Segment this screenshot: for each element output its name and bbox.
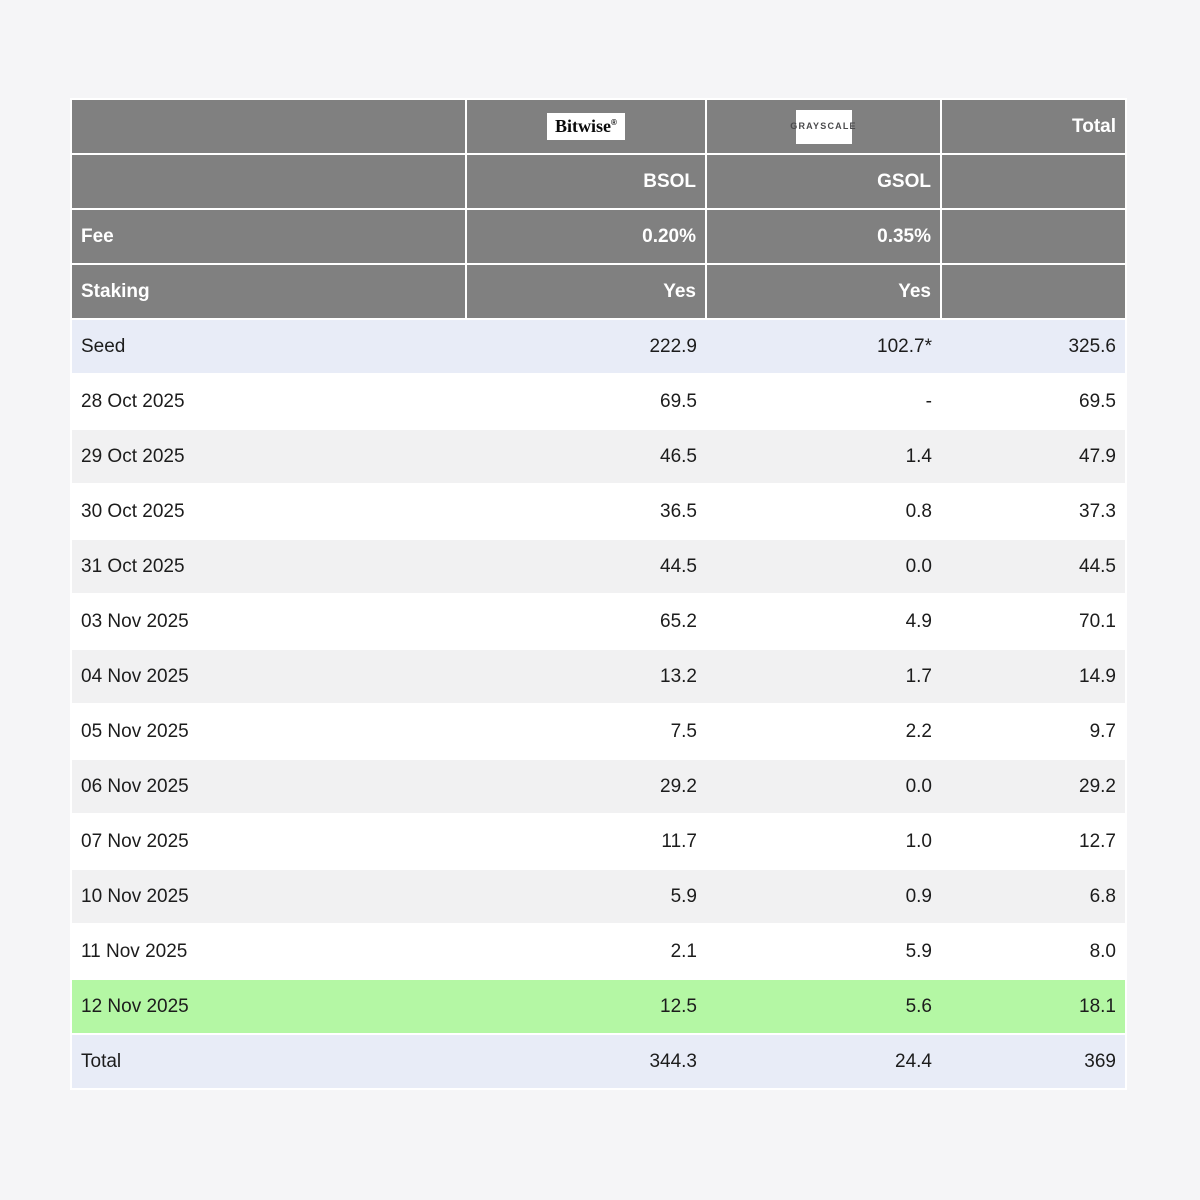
header-spacer-cell [941, 209, 1126, 264]
row-label: 30 Oct 2025 [71, 484, 466, 539]
highlighted-latest-row: 12 Nov 2025 12.5 5.6 18.1 [71, 979, 1126, 1034]
bsol-value: 36.5 [466, 484, 706, 539]
bsol-value: 12.5 [466, 979, 706, 1034]
total-column-header: Total [941, 99, 1126, 154]
total-value: 69.5 [941, 374, 1126, 429]
gsol-value: 5.9 [706, 924, 941, 979]
total-value: 70.1 [941, 594, 1126, 649]
gsol-value: 24.4 [706, 1034, 941, 1089]
bsol-value: 44.5 [466, 539, 706, 594]
total-value: 37.3 [941, 484, 1126, 539]
total-row: Total 344.3 24.4 369 [71, 1034, 1126, 1089]
gsol-value: 0.9 [706, 869, 941, 924]
header-spacer-cell [71, 99, 466, 154]
gsol-value: 0.0 [706, 539, 941, 594]
row-label: Total [71, 1034, 466, 1089]
row-label: 03 Nov 2025 [71, 594, 466, 649]
table-row: 10 Nov 2025 5.9 0.9 6.8 [71, 869, 1126, 924]
gsol-value: 0.0 [706, 759, 941, 814]
bsol-value: 46.5 [466, 429, 706, 484]
staking-row: Staking Yes Yes [71, 264, 1126, 319]
table-row: 07 Nov 2025 11.7 1.0 12.7 [71, 814, 1126, 869]
table-row: 04 Nov 2025 13.2 1.7 14.9 [71, 649, 1126, 704]
grayscale-logo: GRAYSCALE [796, 110, 852, 144]
staking-bsol: Yes [466, 264, 706, 319]
fee-gsol: 0.35% [706, 209, 941, 264]
etf-flows-table: Bitwise® GRAYSCALE Total BSOL GSOL Fee 0… [70, 98, 1127, 1090]
bsol-value: 69.5 [466, 374, 706, 429]
page-background: Bitwise® GRAYSCALE Total BSOL GSOL Fee 0… [0, 0, 1200, 1200]
gsol-value: - [706, 374, 941, 429]
total-value: 325.6 [941, 319, 1126, 374]
ticker-bsol: BSOL [466, 154, 706, 209]
header-spacer-cell [941, 154, 1126, 209]
total-value: 29.2 [941, 759, 1126, 814]
table-row: 30 Oct 2025 36.5 0.8 37.3 [71, 484, 1126, 539]
row-label: 31 Oct 2025 [71, 539, 466, 594]
bsol-value: 11.7 [466, 814, 706, 869]
table-row: 29 Oct 2025 46.5 1.4 47.9 [71, 429, 1126, 484]
fee-label: Fee [71, 209, 466, 264]
row-label: 06 Nov 2025 [71, 759, 466, 814]
table-row: 11 Nov 2025 2.1 5.9 8.0 [71, 924, 1126, 979]
header-spacer-cell [71, 154, 466, 209]
fee-bsol: 0.20% [466, 209, 706, 264]
bsol-value: 29.2 [466, 759, 706, 814]
row-label: 05 Nov 2025 [71, 704, 466, 759]
total-value: 44.5 [941, 539, 1126, 594]
row-label: Seed [71, 319, 466, 374]
total-value: 47.9 [941, 429, 1126, 484]
total-value: 6.8 [941, 869, 1126, 924]
row-label: 12 Nov 2025 [71, 979, 466, 1034]
gsol-value: 1.7 [706, 649, 941, 704]
table-row: 31 Oct 2025 44.5 0.0 44.5 [71, 539, 1126, 594]
bsol-value: 344.3 [466, 1034, 706, 1089]
total-value: 8.0 [941, 924, 1126, 979]
ticker-gsol: GSOL [706, 154, 941, 209]
bsol-value: 7.5 [466, 704, 706, 759]
staking-gsol: Yes [706, 264, 941, 319]
bsol-value: 5.9 [466, 869, 706, 924]
grayscale-header-cell: GRAYSCALE [706, 99, 941, 154]
row-label: 04 Nov 2025 [71, 649, 466, 704]
total-value: 14.9 [941, 649, 1126, 704]
row-label: 29 Oct 2025 [71, 429, 466, 484]
gsol-value: 1.4 [706, 429, 941, 484]
table-row: 28 Oct 2025 69.5 - 69.5 [71, 374, 1126, 429]
row-label: 11 Nov 2025 [71, 924, 466, 979]
total-value: 9.7 [941, 704, 1126, 759]
ticker-row: BSOL GSOL [71, 154, 1126, 209]
row-label: 28 Oct 2025 [71, 374, 466, 429]
seed-row: Seed 222.9 102.7* 325.6 [71, 319, 1126, 374]
registered-mark: ® [611, 118, 617, 127]
total-value: 369 [941, 1034, 1126, 1089]
gsol-value: 2.2 [706, 704, 941, 759]
fee-row: Fee 0.20% 0.35% [71, 209, 1126, 264]
bitwise-logo: Bitwise® [547, 113, 625, 140]
total-value: 18.1 [941, 979, 1126, 1034]
gsol-value: 1.0 [706, 814, 941, 869]
header-spacer-cell [941, 264, 1126, 319]
table-row: 06 Nov 2025 29.2 0.0 29.2 [71, 759, 1126, 814]
gsol-value: 102.7* [706, 319, 941, 374]
bsol-value: 2.1 [466, 924, 706, 979]
issuer-logo-row: Bitwise® GRAYSCALE Total [71, 99, 1126, 154]
bsol-value: 222.9 [466, 319, 706, 374]
gsol-value: 4.9 [706, 594, 941, 649]
table-row: 03 Nov 2025 65.2 4.9 70.1 [71, 594, 1126, 649]
bsol-value: 13.2 [466, 649, 706, 704]
gsol-value: 5.6 [706, 979, 941, 1034]
staking-label: Staking [71, 264, 466, 319]
total-value: 12.7 [941, 814, 1126, 869]
bsol-value: 65.2 [466, 594, 706, 649]
table-row: 05 Nov 2025 7.5 2.2 9.7 [71, 704, 1126, 759]
bitwise-header-cell: Bitwise® [466, 99, 706, 154]
row-label: 07 Nov 2025 [71, 814, 466, 869]
gsol-value: 0.8 [706, 484, 941, 539]
row-label: 10 Nov 2025 [71, 869, 466, 924]
